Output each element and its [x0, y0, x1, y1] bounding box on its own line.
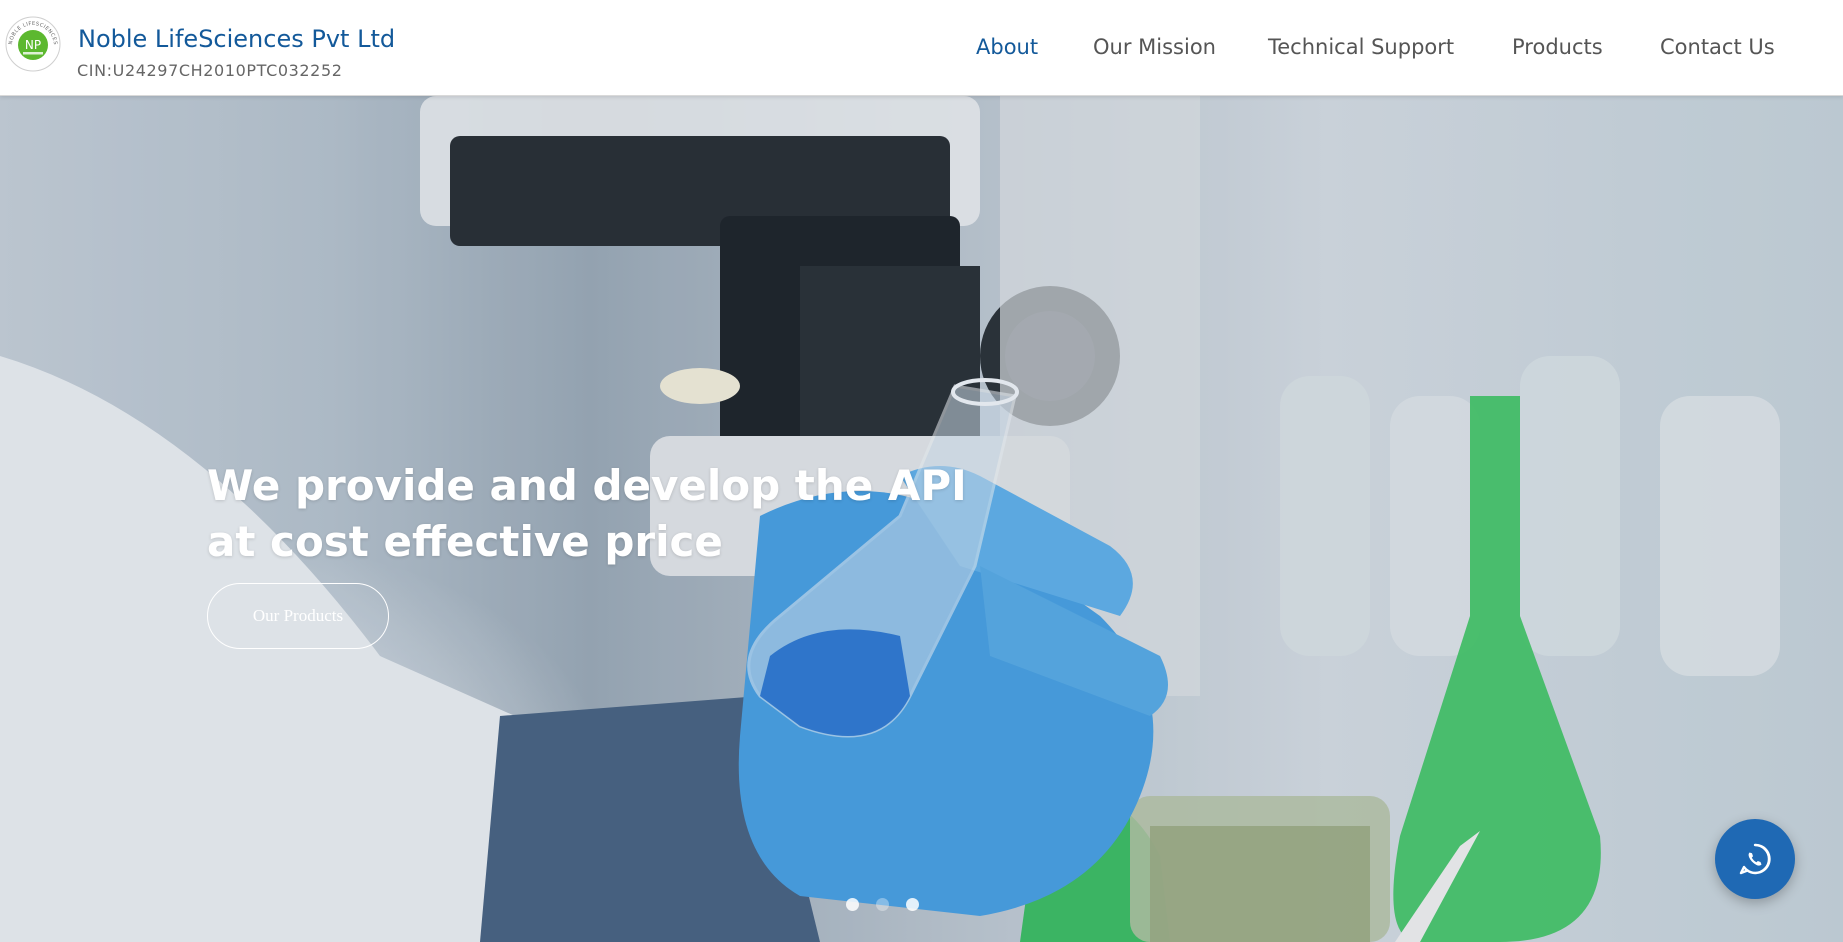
- carousel-dot-3[interactable]: [906, 898, 919, 911]
- whatsapp-chat-button[interactable]: [1715, 819, 1795, 899]
- site-header: NOBLE LIFESCIENCES PVT LTD NP Noble Life…: [0, 0, 1843, 96]
- nav-products[interactable]: Products: [1512, 35, 1603, 59]
- carousel-dot-1[interactable]: [846, 898, 859, 911]
- nav-about[interactable]: About: [976, 35, 1038, 59]
- carousel-dot-2[interactable]: [876, 898, 889, 911]
- hero-heading-line-1: We provide and develop the API: [207, 461, 967, 510]
- nav-contact-us[interactable]: Contact Us: [1660, 35, 1775, 59]
- hero-heading-line-2: at cost effective price: [207, 517, 723, 566]
- our-products-button[interactable]: Our Products: [207, 583, 389, 649]
- hero-heading: We provide and develop the API at cost e…: [207, 458, 967, 570]
- nav-technical-support[interactable]: Technical Support: [1268, 35, 1454, 59]
- nav-our-mission[interactable]: Our Mission: [1093, 35, 1216, 59]
- logo-initials: NP: [25, 38, 41, 52]
- hero-slider: We provide and develop the API at cost e…: [0, 96, 1843, 942]
- brand-name[interactable]: Noble LifeSciences Pvt Ltd: [78, 25, 395, 53]
- whatsapp-icon: [1739, 843, 1771, 875]
- brand-cin: CIN:U24297CH2010PTC032252: [77, 61, 343, 80]
- company-logo[interactable]: NOBLE LIFESCIENCES PVT LTD NP: [1, 11, 62, 73]
